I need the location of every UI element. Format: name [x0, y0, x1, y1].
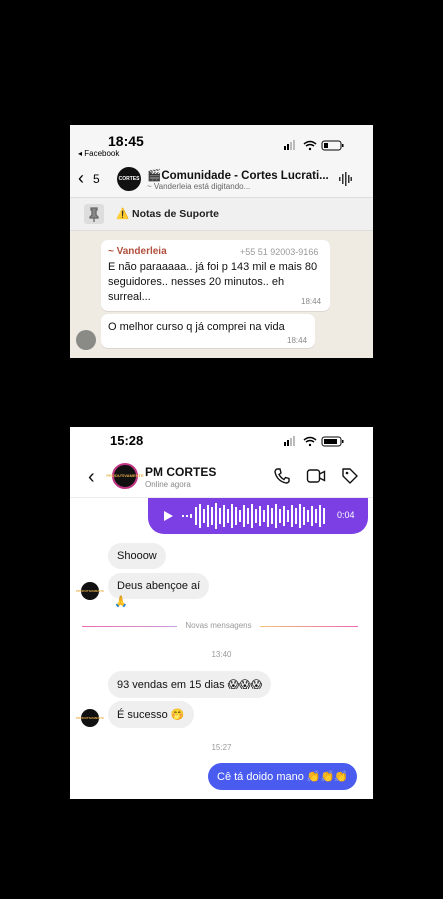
group-avatar[interactable]: CORTES — [117, 167, 141, 191]
message-bubble[interactable]: O melhor curso q já comprei na vida 18:4… — [101, 314, 315, 348]
sent-message-bubble[interactable]: Cê tá doido mano 👏👏👏 — [208, 763, 357, 790]
sender-avatar[interactable]: PRODUTIVAMENTE — [76, 582, 104, 600]
back-to-app-link[interactable]: ◂ Facebook — [78, 149, 119, 158]
contact-avatar[interactable]: PRODUTIVAMENTE — [106, 463, 144, 489]
message-sender[interactable]: ~ Vanderleia — [108, 246, 167, 257]
whatsapp-screenshot: 18:45 ◂ Facebook ‹ 5 CORTES 🎬Comunidade … — [70, 125, 373, 358]
audio-wave-icon[interactable] — [338, 172, 352, 186]
back-arrow-icon[interactable]: ‹ — [88, 466, 95, 489]
message-bubble[interactable]: ~ Vanderleia +55 51 92003-9166 E não par… — [101, 240, 330, 311]
audio-message-bubble[interactable]: 0:04 — [148, 498, 368, 534]
instagram-screenshot: 15:28 ‹ PRODUTIVAMENTE PM CORTES Online … — [70, 427, 373, 799]
divider-line — [260, 626, 358, 627]
pin-icon — [84, 204, 104, 224]
timestamp: 13:40 — [211, 650, 232, 659]
sender-avatar[interactable] — [76, 330, 96, 350]
message-bubble[interactable]: Shooow — [108, 543, 166, 569]
message-text: E não paraaaaa.. já foi p 143 mil e mais… — [108, 261, 318, 303]
status-time: 15:28 — [110, 433, 144, 448]
audio-waveform — [182, 503, 325, 529]
contact-name[interactable]: PM CORTES — [145, 465, 216, 479]
back-chevron-icon[interactable]: ‹ — [78, 168, 84, 188]
divider-line — [82, 626, 177, 627]
pinned-message-bar[interactable]: ⚠️ Notas de Suporte — [70, 198, 373, 231]
contact-status: Online agora — [145, 480, 191, 489]
status-time: 18:45 — [108, 133, 144, 149]
sender-phone: +55 51 92003-9166 — [240, 247, 319, 257]
reaction-emoji[interactable]: 🙏 — [108, 595, 134, 608]
signal-wifi-battery-icon — [284, 140, 344, 151]
group-title[interactable]: 🎬Comunidade - Cortes Lucrati... — [147, 168, 329, 182]
message-time: 18:44 — [301, 297, 322, 306]
sender-avatar[interactable]: PRODUTIVAMENTE — [76, 709, 104, 727]
pinned-label: ⚠️ Notas de Suporte — [116, 208, 219, 220]
phone-call-icon[interactable] — [273, 467, 291, 485]
status-bar: 18:45 ◂ Facebook — [70, 125, 373, 162]
chat-header: ‹ PRODUTIVAMENTE PM CORTES Online agora — [70, 459, 373, 498]
chat-header: ‹ 5 CORTES 🎬Comunidade - Cortes Lucrati.… — [70, 162, 373, 198]
message-time: 18:44 — [287, 336, 308, 345]
group-subtitle: ~ Vanderleia está digitando... — [147, 182, 251, 191]
timestamp: 15:27 — [211, 743, 232, 752]
message-bubble[interactable]: É sucesso 🤭 — [108, 701, 194, 728]
play-icon[interactable] — [162, 510, 174, 522]
video-call-icon[interactable] — [306, 467, 326, 485]
signal-wifi-battery-icon — [284, 436, 344, 447]
new-messages-divider: Novas mensagens — [185, 621, 252, 630]
audio-duration: 0:04 — [337, 510, 355, 520]
unread-count[interactable]: 5 — [93, 172, 100, 186]
tag-icon[interactable] — [341, 467, 359, 485]
message-bubble[interactable]: 93 vendas em 15 dias 😱😱😱 — [108, 671, 272, 698]
message-text: O melhor curso q já comprei na vida — [108, 321, 285, 333]
